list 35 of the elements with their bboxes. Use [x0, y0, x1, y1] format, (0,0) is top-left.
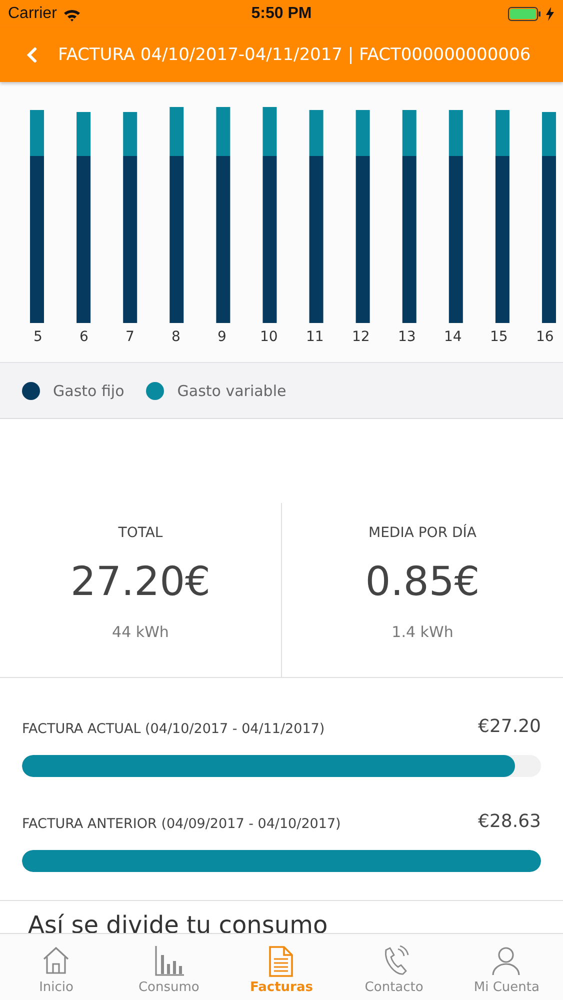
stat-amount: 27.20€ — [70, 559, 210, 605]
back-button[interactable] — [26, 47, 38, 63]
legend-label: Gasto fijo — [53, 382, 124, 400]
stat-label: TOTAL — [118, 525, 163, 541]
screen-title: FACTURA 04/10/2017-04/11/2017 | FACT000000000006 — [58, 45, 531, 65]
bill-period-label: FACTURA ANTERIOR (04/09/2017 - 04/10/2017) — [22, 816, 341, 832]
day-label: 9 — [216, 329, 228, 345]
day-label: 7 — [124, 329, 136, 345]
charging-bolt-icon — [545, 7, 555, 21]
stat-amount: 0.85€ — [365, 559, 480, 605]
clock-time: 5:50 PM — [251, 5, 312, 22]
day-label: 11 — [306, 329, 322, 345]
stat-label: MEDIA POR DÍA — [368, 525, 476, 541]
back-chevron-icon — [26, 47, 38, 63]
day-label: 10 — [260, 329, 276, 345]
bar-chart-icon — [153, 945, 184, 977]
day-label: 16 — [536, 329, 552, 345]
bill-amount: €27.20 — [478, 716, 541, 737]
tab-item[interactable]: Mi Cuenta — [450, 934, 563, 1000]
day-label: 8 — [170, 329, 182, 345]
day-label: 14 — [444, 329, 460, 345]
day-label: 6 — [78, 329, 90, 345]
carrier-name: Carrier — [8, 5, 57, 23]
day-label: 5 — [32, 329, 44, 345]
day-label: 15 — [490, 329, 506, 345]
stat-energy: 44 kWh — [112, 623, 169, 641]
day-label: 13 — [398, 329, 414, 345]
stat-energy: 1.4 kWh — [392, 623, 454, 641]
tab-item[interactable]: Contacto — [338, 934, 450, 1000]
legend-label: Gasto variable — [177, 382, 286, 400]
bill-period-label: FACTURA ACTUAL (04/10/2017 - 04/11/2017) — [22, 721, 325, 737]
battery-icon — [508, 7, 541, 21]
day-label: 12 — [352, 329, 368, 345]
user-icon — [491, 945, 522, 977]
bill-amount: €28.63 — [478, 811, 541, 832]
